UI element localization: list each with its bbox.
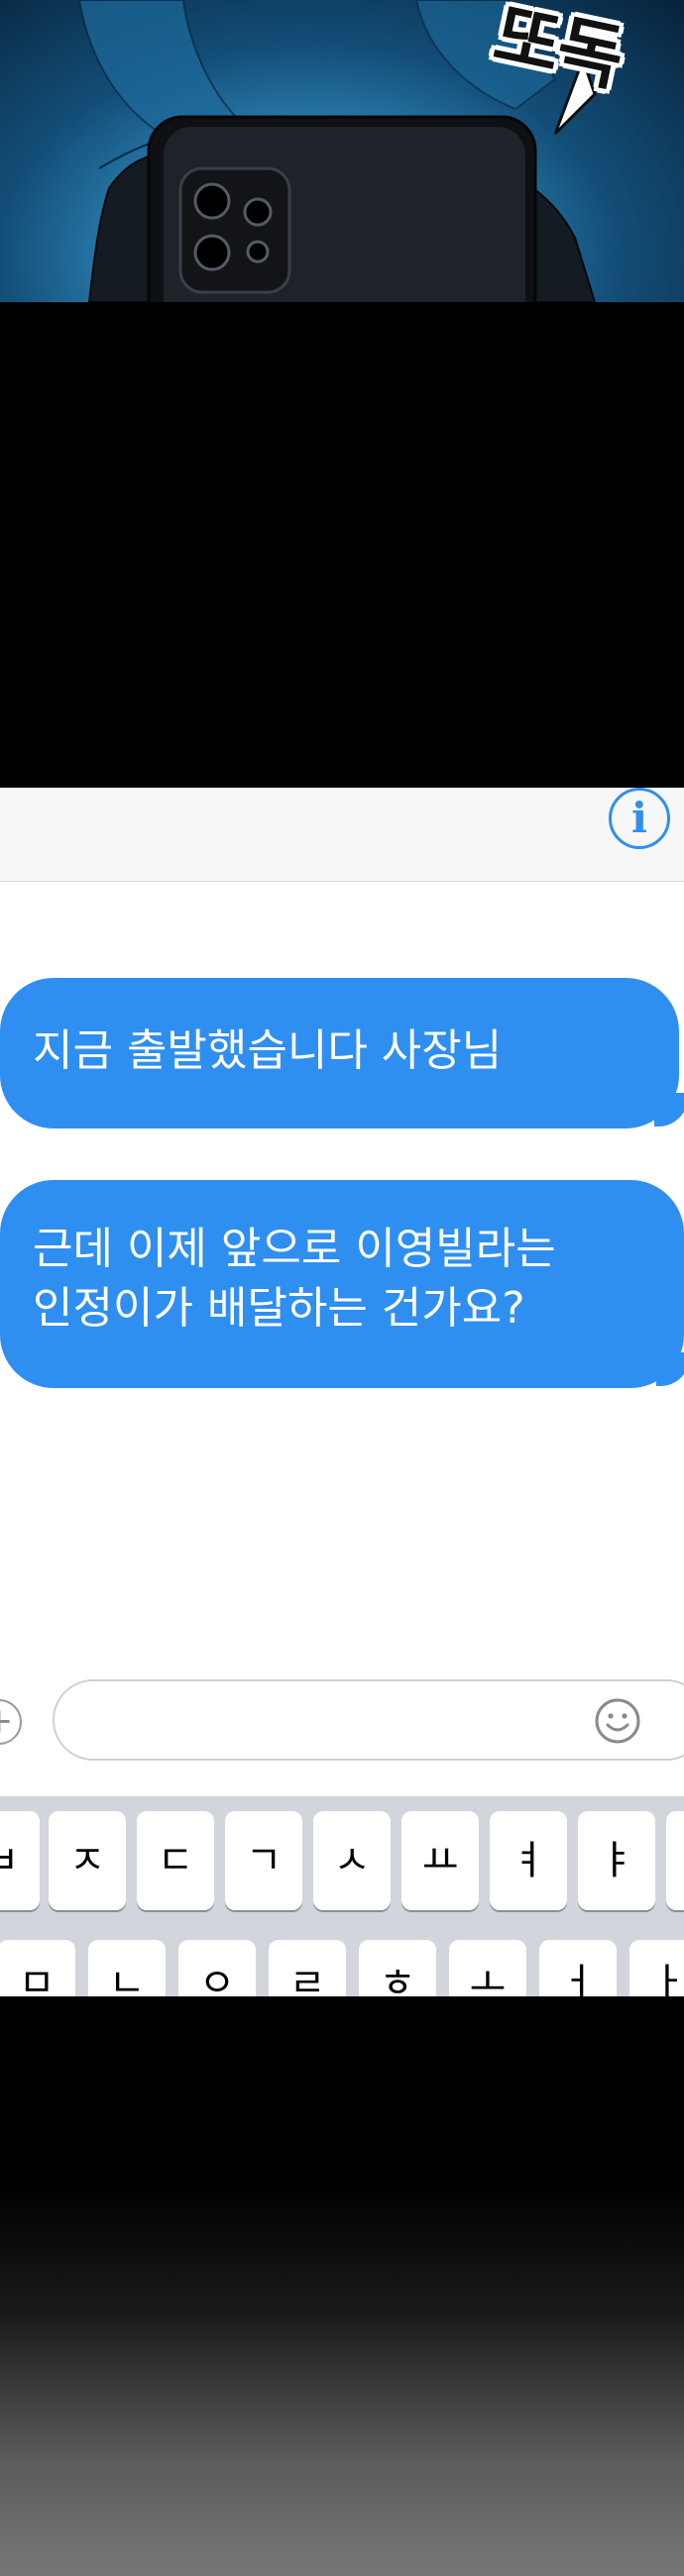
key-digeut[interactable]: ㄷ (137, 1811, 214, 1910)
key-hieut[interactable]: ㅎ (359, 1940, 436, 1996)
key-ae[interactable]: ㅐ (666, 1811, 684, 1910)
key-jieut[interactable]: ㅈ (49, 1811, 126, 1910)
key-nieun[interactable]: ㄴ (88, 1940, 166, 1996)
phone-illustration (147, 115, 537, 302)
message-text-line: 인정이가 배달하는 건가요? (33, 1283, 525, 1334)
key-mieum[interactable]: ㅁ (0, 1940, 75, 1996)
compose-bar: + (0, 1679, 684, 1798)
key-eo[interactable]: ㅓ (539, 1940, 617, 1996)
plus-button[interactable]: + (0, 1699, 22, 1745)
message-input[interactable] (53, 1679, 684, 1761)
bubble-tail (654, 1093, 684, 1127)
key-rieul[interactable]: ㄹ (269, 1940, 346, 1996)
key-ieung[interactable]: ㅇ (178, 1940, 256, 1996)
key-yeo[interactable]: ㅕ (490, 1811, 567, 1910)
info-button[interactable]: i (609, 788, 670, 849)
bottom-gradient (0, 1996, 684, 2576)
korean-keyboard: ㅂ ㅈ ㄷ ㄱ ㅅ ㅛ ㅕ ㅑ ㅐ ㅁ ㄴ ㅇ ㄹ ㅎ ㅗ ㅓ ㅏ (0, 1796, 684, 1996)
key-siot[interactable]: ㅅ (313, 1811, 391, 1910)
message-text-line: 근데 이제 앞으로 이영빌라는 (33, 1224, 556, 1274)
key-ya[interactable]: ㅑ (578, 1811, 655, 1910)
comic-panel: 또독 (0, 0, 684, 302)
message-bubble[interactable]: 근데 이제 앞으로 이영빌라는 인정이가 배달하는 건가요? (0, 1180, 684, 1388)
emoji-icon[interactable] (593, 1696, 642, 1746)
key-yo[interactable]: ㅛ (401, 1811, 479, 1910)
key-o[interactable]: ㅗ (449, 1940, 526, 1996)
key-a[interactable]: ㅏ (629, 1940, 684, 1996)
message-text-line: 지금 출발했습니다 사장님 (33, 1025, 503, 1076)
bubble-tail (656, 1352, 684, 1386)
webtoon-page: 또독 i 지금 출발했습니다 사장님 근데 이제 앞으로 이영빌라는 인정이가 … (0, 0, 684, 2576)
message-bubble[interactable]: 지금 출발했습니다 사장님 (0, 978, 679, 1128)
key-giyeok[interactable]: ㄱ (225, 1811, 302, 1910)
conversation-header: i (0, 788, 684, 882)
key-bieup[interactable]: ㅂ (0, 1811, 40, 1910)
messages-app: i 지금 출발했습니다 사장님 근데 이제 앞으로 이영빌라는 인정이가 배달하… (0, 788, 684, 1996)
